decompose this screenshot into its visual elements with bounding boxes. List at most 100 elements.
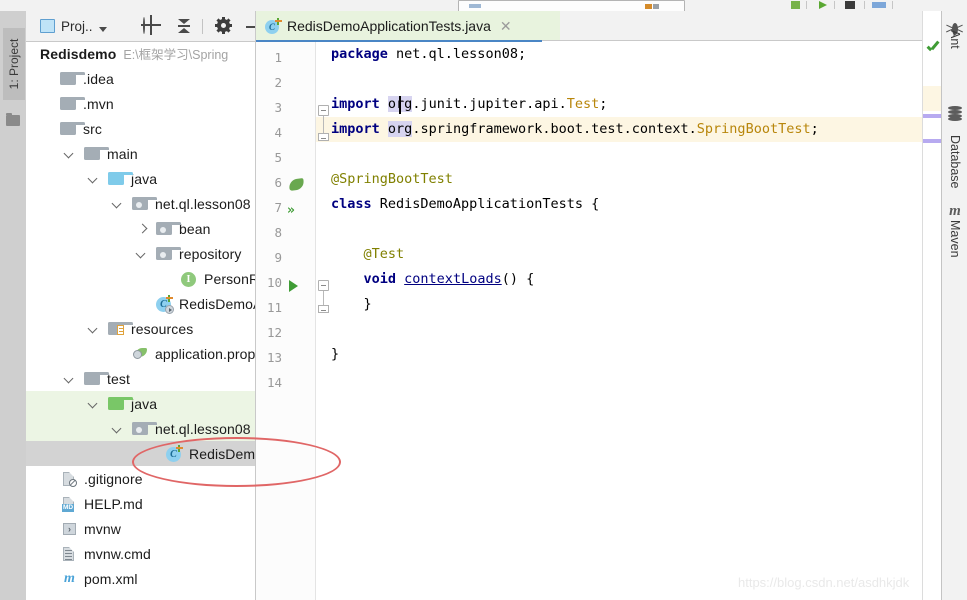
- code-editor[interactable]: 1 2 3 4 5 6 7 8 9 10 11 12 13 14 » packa…: [256, 42, 923, 600]
- tree-node-label: java: [131, 395, 158, 412]
- chevron-down-icon[interactable]: [88, 323, 99, 334]
- tree-node-label: net.ql.lesson08: [155, 420, 251, 437]
- code-fold-end[interactable]: [318, 305, 329, 313]
- run-test-icon[interactable]: [289, 280, 298, 292]
- watermark: https://blog.csdn.net/asdhkjdk: [738, 575, 910, 590]
- debug-run-icon[interactable]: [819, 1, 827, 9]
- chevron-down-icon[interactable]: [64, 148, 75, 159]
- tree-node-test-java[interactable]: java: [26, 391, 255, 416]
- spring-bean-leaf-icon[interactable]: [288, 178, 305, 192]
- project-panel-title: Proj..: [61, 18, 93, 34]
- tree-node-person-repository[interactable]: I PersonRe: [26, 266, 255, 291]
- chevron-down-icon[interactable]: [88, 398, 99, 409]
- line-number: 8: [274, 225, 282, 240]
- tree-node-label: repository: [179, 245, 242, 262]
- tree-node-label: application.prop: [155, 345, 255, 362]
- line-number: 10: [266, 275, 282, 290]
- tree-node-resources[interactable]: resources: [26, 316, 255, 341]
- tree-node-redisdemo-application[interactable]: C RedisDemoA: [26, 291, 255, 316]
- sidebar-tab-project[interactable]: 1: Project: [3, 28, 25, 100]
- chevron-right-icon[interactable]: [137, 223, 148, 234]
- close-icon[interactable]: ✕: [500, 19, 512, 33]
- folder-gray-icon: [84, 372, 109, 385]
- tree-node-project-root[interactable]: Redisdemo E:\框架学习\Spring: [26, 41, 255, 66]
- tree-node-main[interactable]: main: [26, 141, 255, 166]
- tree-node-label: java: [131, 170, 158, 187]
- tree-node-test[interactable]: test: [26, 366, 255, 391]
- sidebar-tab-ant[interactable]: Ant: [942, 21, 967, 106]
- inspection-marker-gutter[interactable]: [922, 11, 942, 600]
- tree-node-help-md[interactable]: MD HELP.md: [26, 491, 255, 516]
- editor-tab-redisdemoapplicationtests[interactable]: C RedisDemoApplicationTests.java ✕: [256, 11, 560, 41]
- tree-node-label: RedisDemoA: [189, 445, 255, 462]
- tree-node-main-package[interactable]: net.ql.lesson08: [26, 191, 255, 216]
- chevron-down-icon[interactable]: [64, 373, 75, 384]
- locate-in-tree-button[interactable]: [143, 17, 160, 35]
- tree-node-label: .gitignore: [84, 470, 143, 487]
- line-number: 3: [274, 100, 282, 115]
- tree-node-test-package[interactable]: net.ql.lesson08: [26, 416, 255, 441]
- search-everywhere-icon[interactable]: [872, 2, 886, 8]
- package-icon: [156, 247, 181, 260]
- project-tree[interactable]: Redisdemo E:\框架学习\Spring .idea .mvn src: [26, 41, 255, 600]
- tree-node-pom-xml[interactable]: m pom.xml: [26, 566, 255, 591]
- folder-test-source-green-icon: [108, 397, 133, 410]
- code-line-3: import org.junit.jupiter.api.Test;: [331, 96, 608, 112]
- tree-node-repository[interactable]: repository: [26, 241, 255, 266]
- tree-node-redisdemo-application-tests[interactable]: C RedisDemoA: [26, 441, 255, 466]
- green-check-icon[interactable]: [926, 44, 940, 55]
- tree-node-mvn[interactable]: .mvn: [26, 91, 255, 116]
- tree-node-label: .idea: [83, 70, 114, 87]
- code-line-7: class RedisDemoApplicationTests {: [331, 196, 600, 212]
- folder-gray-icon: [60, 122, 85, 135]
- project-view-selector[interactable]: Proj..: [34, 11, 107, 41]
- code-line-11: }: [331, 296, 372, 312]
- line-number: 1: [274, 50, 282, 65]
- run-all-tests-icon[interactable]: »: [287, 204, 301, 217]
- code-line-13: }: [331, 346, 340, 362]
- tree-node-application-properties[interactable]: application.prop: [26, 341, 255, 366]
- tree-node-label: resources: [131, 320, 194, 337]
- collapse-all-button[interactable]: [176, 18, 193, 35]
- tree-node-mvnw-cmd[interactable]: mvnw.cmd: [26, 541, 255, 566]
- tree-node-bean[interactable]: bean: [26, 216, 255, 241]
- line-number: 6: [274, 175, 282, 190]
- tree-node-label: .mvn: [83, 95, 114, 112]
- code-fold-toggle[interactable]: [318, 280, 329, 291]
- sidebar-tab-label: Maven: [948, 220, 962, 258]
- run-button-icon[interactable]: [791, 1, 800, 9]
- tree-node-label: bean: [179, 220, 211, 237]
- settings-button[interactable]: [215, 17, 233, 35]
- usage-marker[interactable]: [923, 114, 942, 118]
- folder-icon[interactable]: [6, 113, 20, 126]
- tree-node-idea[interactable]: .idea: [26, 66, 255, 91]
- shell-script-icon: ›: [62, 521, 77, 537]
- code-line-9: @Test: [363, 246, 405, 262]
- code-fold-toggle[interactable]: [318, 105, 329, 116]
- code-text[interactable]: package net.ql.lesson08; import org.juni…: [331, 42, 923, 600]
- maven-pom-icon: m: [64, 570, 75, 586]
- tree-node-label: RedisDemoA: [179, 295, 255, 312]
- folder-gray-icon: [84, 147, 109, 160]
- line-number: 7: [274, 200, 282, 215]
- chevron-down-icon[interactable]: [112, 423, 123, 434]
- gitignore-file-icon: [62, 471, 77, 487]
- package-icon: [132, 422, 157, 435]
- folder-gray-icon: [60, 97, 85, 110]
- project-root-path: E:\框架学习\Spring: [123, 48, 229, 62]
- code-fold-end[interactable]: [318, 133, 329, 141]
- chevron-down-icon[interactable]: [98, 26, 107, 32]
- usage-marker[interactable]: [923, 139, 942, 143]
- chevron-down-icon[interactable]: [136, 248, 147, 259]
- tree-node-gitignore[interactable]: .gitignore: [26, 466, 255, 491]
- tree-node-label: src: [83, 120, 102, 137]
- line-number: 4: [274, 125, 282, 140]
- tree-node-src[interactable]: src: [26, 116, 255, 141]
- stop-icon[interactable]: [845, 1, 855, 9]
- chevron-down-icon[interactable]: [88, 173, 99, 184]
- tree-node-mvnw[interactable]: › mvnw: [26, 516, 255, 541]
- tree-node-main-java[interactable]: java: [26, 166, 255, 191]
- sidebar-tab-maven[interactable]: m Maven: [942, 203, 967, 313]
- chevron-down-icon[interactable]: [112, 198, 123, 209]
- text-caret: [399, 96, 401, 114]
